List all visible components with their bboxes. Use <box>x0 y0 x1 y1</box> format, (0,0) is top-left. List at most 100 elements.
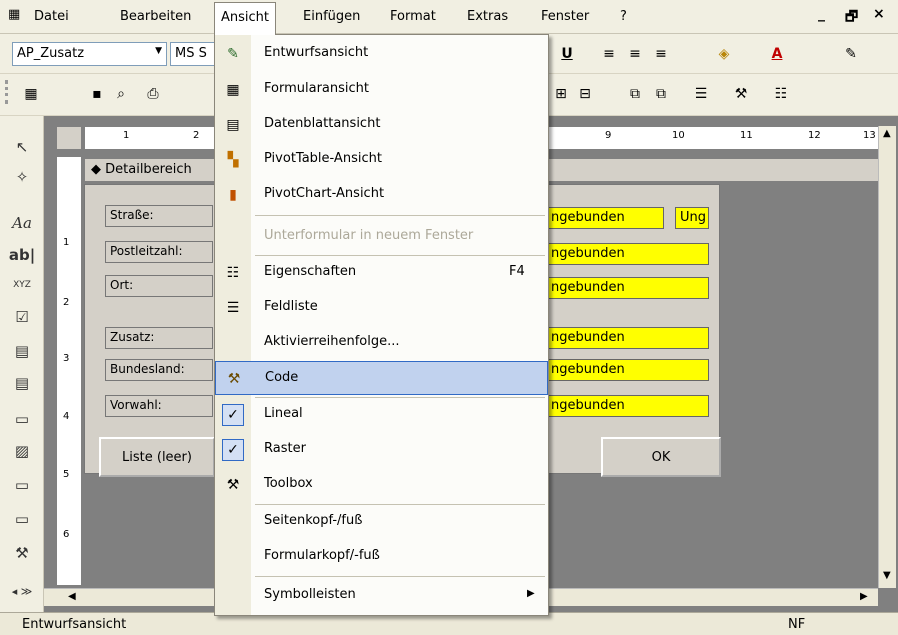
menu-item-unterformular: Unterformular in neuem Fenster <box>215 220 548 254</box>
line-color-icon[interactable]: ✎ <box>840 43 862 65</box>
align-icon[interactable]: ⊟ <box>574 83 596 105</box>
menu-item-pivotchart[interactable]: ▮ PivotChart-Ansicht <box>215 178 548 212</box>
listbox-tool-icon[interactable]: ▤ <box>8 370 36 396</box>
code-icon[interactable]: ⚒ <box>730 83 752 105</box>
menu-item-code[interactable]: ⚒ Code <box>215 361 548 395</box>
align-center-icon[interactable]: ≡ <box>624 43 646 65</box>
underline-icon[interactable]: U <box>556 43 578 65</box>
menu-item-seitenkopf[interactable]: Seitenkopf-/fuß <box>215 505 548 539</box>
menu-item-symbolleisten[interactable]: Symbolleisten ▶ <box>215 579 548 613</box>
menu-item-label: Raster <box>264 441 306 456</box>
print-icon[interactable]: ⎙ <box>142 83 164 105</box>
scroll-down-icon[interactable]: ▼ <box>883 570 891 581</box>
field-zusatz[interactable]: ngebunden <box>546 327 709 349</box>
label-ort[interactable]: Ort: <box>105 275 213 297</box>
more-tools-icon[interactable]: ⚒ <box>8 540 36 566</box>
label-vorwahl[interactable]: Vorwahl: <box>105 395 213 417</box>
font-combo[interactable]: MS S <box>170 42 216 66</box>
tab-control-icon[interactable]: ▭ <box>8 506 36 532</box>
scroll-up-icon[interactable]: ▲ <box>883 128 891 139</box>
button-tool-icon[interactable]: ▭ <box>8 406 36 432</box>
scroll-left-icon[interactable]: ◀ <box>68 591 76 602</box>
menu-format[interactable]: Format <box>390 9 436 24</box>
scroll-right-icon[interactable]: ▶ <box>860 591 868 602</box>
menu-item-aktivierreihenfolge[interactable]: Aktivierreihenfolge... <box>215 326 548 360</box>
liste-button[interactable]: Liste (leer) <box>99 437 215 477</box>
field-list-icon[interactable]: ☰ <box>690 83 712 105</box>
menu-item-toolbox[interactable]: ⚒ Toolbox <box>215 468 548 502</box>
menu-item-label: Toolbox <box>264 476 313 491</box>
fill-color-icon[interactable]: ◈ <box>713 43 735 65</box>
frame-tool-icon[interactable]: ▭ <box>8 472 36 498</box>
align-left-icon[interactable]: ≡ <box>598 43 620 65</box>
font-color-icon[interactable]: A <box>766 43 788 65</box>
menu-bearbeiten[interactable]: Bearbeiten <box>120 9 191 24</box>
pivottable-icon: ▚ <box>227 152 239 168</box>
toolbar-grip[interactable] <box>5 80 8 104</box>
menu-item-formularansicht[interactable]: ▦ Formularansicht <box>215 73 548 107</box>
object-combo[interactable]: AP_Zusatz ▼ <box>12 42 167 66</box>
form-window-icon[interactable]: ▦ <box>8 7 20 22</box>
ruler-tick: 4 <box>63 411 70 422</box>
label-zusatz[interactable]: Zusatz: <box>105 327 213 349</box>
close-button[interactable]: × <box>873 6 885 22</box>
minimize-button[interactable]: _ <box>818 6 825 22</box>
menu-item-feldliste[interactable]: ☰ Feldliste <box>215 291 548 325</box>
field-ort[interactable]: ngebunden <box>546 277 709 299</box>
menu-item-raster[interactable]: ✓ Raster <box>215 433 548 467</box>
send-to-back-icon[interactable]: ⧉ <box>650 83 672 105</box>
view-icon[interactable]: ▦ <box>20 83 42 105</box>
properties-icon: ☷ <box>226 265 240 281</box>
menu-fenster[interactable]: Fenster <box>541 9 589 24</box>
menu-item-datenblattansicht[interactable]: ▤ Datenblattansicht <box>215 108 548 142</box>
label-tool-icon[interactable]: Aa <box>8 210 36 236</box>
save-icon[interactable]: ▪ <box>86 83 108 105</box>
field-vorwahl[interactable]: ngebunden <box>546 395 709 417</box>
checkbox-tool-icon[interactable]: ☑ <box>8 304 36 330</box>
field-postleitzahl[interactable]: ngebunden <box>546 243 709 265</box>
ruler-tick: 1 <box>123 130 130 141</box>
label-strasse[interactable]: Straße: <box>105 205 213 227</box>
restore-button[interactable]: 🗗 <box>845 6 858 30</box>
align-right-icon[interactable]: ≡ <box>650 43 672 65</box>
menu-item-formularkopf[interactable]: Formularkopf/-fuß <box>215 540 548 574</box>
toolbox-chevron-icon[interactable]: ◂ ≫ <box>8 578 36 604</box>
menu-item-shortcut: F4 <box>509 264 525 279</box>
tab-order-icon[interactable]: ⊞ <box>550 83 572 105</box>
menu-item-label: Datenblattansicht <box>264 116 381 131</box>
menu-item-entwurfsansicht[interactable]: ✎ Entwurfsansicht <box>215 37 548 71</box>
menu-help[interactable]: ? <box>620 9 627 24</box>
label-postleitzahl[interactable]: Postleitzahl: <box>105 241 213 263</box>
section-arrow-icon: ◆ <box>91 162 101 177</box>
field-extra[interactable]: Ung <box>675 207 709 229</box>
menu-extras[interactable]: Extras <box>467 9 508 24</box>
ruler-tick: 10 <box>672 130 685 141</box>
menu-item-label: PivotChart-Ansicht <box>264 186 385 201</box>
ruler-tick: 9 <box>605 130 612 141</box>
ruler-corner[interactable] <box>56 126 82 150</box>
ok-button[interactable]: OK <box>601 437 721 477</box>
wizard-icon[interactable]: ✧ <box>8 164 36 190</box>
code-icon: ⚒ <box>227 371 241 387</box>
vertical-scrollbar[interactable]: ▲ ▼ <box>878 126 896 588</box>
properties-icon[interactable]: ☷ <box>770 83 792 105</box>
field-bundesland[interactable]: ngebunden <box>546 359 709 381</box>
menu-item-pivottable[interactable]: ▚ PivotTable-Ansicht <box>215 143 548 177</box>
label-bundesland[interactable]: Bundesland: <box>105 359 213 381</box>
textbox-tool-icon[interactable]: ab| <box>8 242 36 268</box>
menu-item-eigenschaften[interactable]: ☷ Eigenschaften F4 <box>215 256 548 290</box>
menu-item-label: Feldliste <box>264 299 318 314</box>
option-group-icon[interactable]: XYZ <box>8 272 36 298</box>
combobox-tool-icon[interactable]: ▤ <box>8 338 36 364</box>
bring-to-front-icon[interactable]: ⧉ <box>624 83 646 105</box>
image-tool-icon[interactable]: ▨ <box>8 438 36 464</box>
field-strasse[interactable]: ngebunden <box>546 207 664 229</box>
menu-datei[interactable]: Datei <box>34 9 69 24</box>
menu-einfuegen[interactable]: Einfügen <box>303 9 360 24</box>
menu-bar: ▦ Datei Bearbeiten Ansicht Einfügen Form… <box>0 0 898 35</box>
menu-item-label: Unterformular in neuem Fenster <box>264 228 474 243</box>
menu-item-lineal[interactable]: ✓ Lineal <box>215 398 548 432</box>
menu-ansicht[interactable]: Ansicht <box>214 2 277 35</box>
search-icon[interactable]: ⌕ <box>110 83 132 105</box>
select-pointer-icon[interactable]: ↖ <box>8 134 36 160</box>
